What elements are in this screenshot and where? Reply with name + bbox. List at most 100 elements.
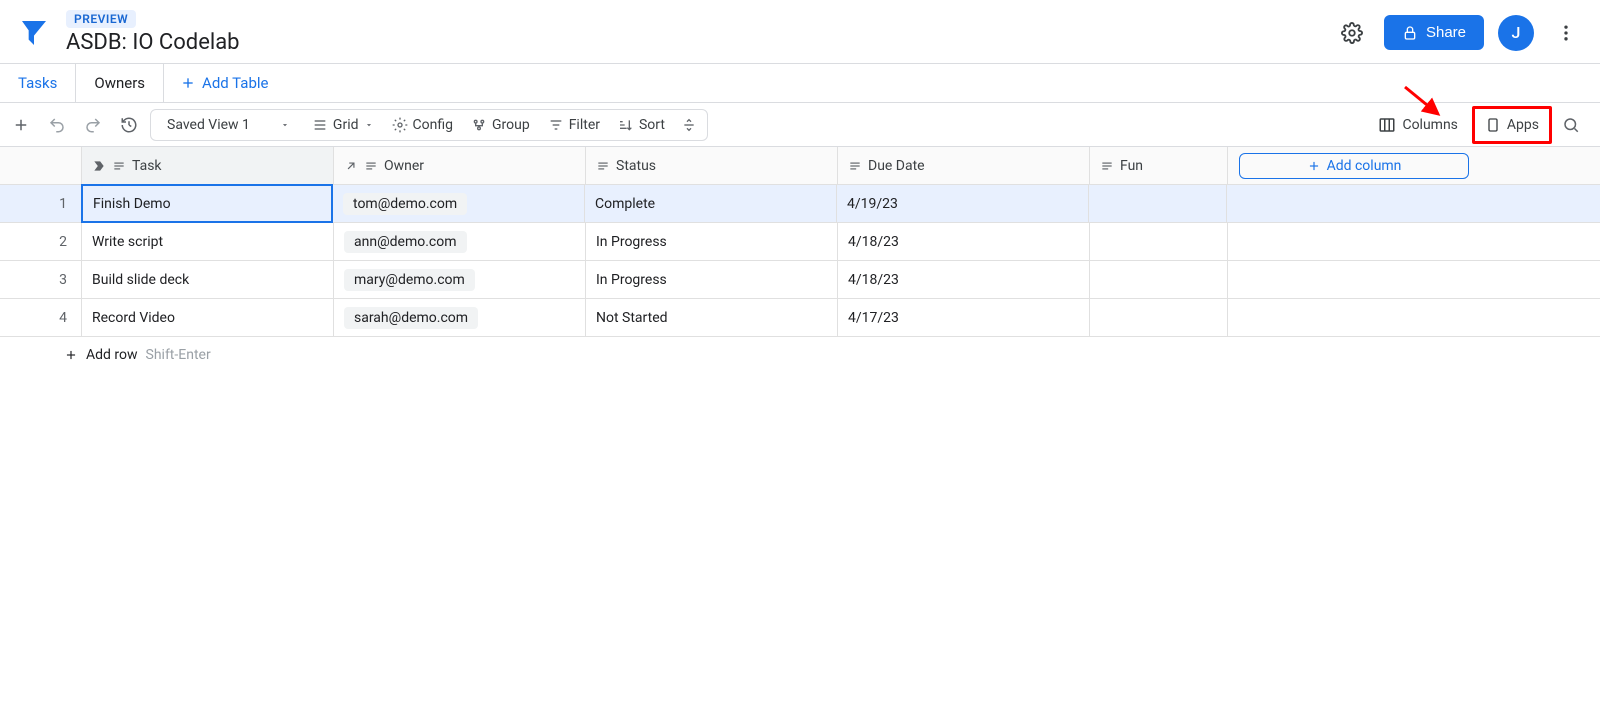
cell-empty (1228, 299, 1480, 336)
lock-icon (1402, 25, 1418, 41)
chevron-down-icon (280, 120, 290, 130)
sort-icon (618, 117, 634, 133)
add-button[interactable] (6, 110, 36, 140)
cell-due-date[interactable]: 4/17/23 (838, 299, 1090, 336)
text-icon (848, 159, 862, 173)
app-logo[interactable] (16, 15, 52, 51)
columns-icon (1378, 116, 1396, 134)
cell-status[interactable]: In Progress (586, 223, 838, 260)
cell-status[interactable]: In Progress (586, 261, 838, 298)
text-icon (596, 159, 610, 173)
cell-owner[interactable]: sarah@demo.com (334, 299, 586, 336)
add-column-cell: Add column (1228, 147, 1480, 184)
row-height-icon (681, 117, 697, 133)
share-label: Share (1426, 24, 1466, 41)
cell-empty (1228, 261, 1480, 298)
saved-view-dropdown[interactable]: Saved View 1 (155, 117, 302, 133)
filter-button[interactable]: Filter (540, 111, 608, 139)
key-icon (92, 159, 106, 173)
cell-due-date[interactable]: 4/18/23 (838, 223, 1090, 260)
avatar[interactable]: J (1498, 15, 1534, 51)
group-button[interactable]: Group (463, 111, 538, 139)
column-header-status[interactable]: Status (586, 147, 838, 184)
cell-fun[interactable] (1089, 185, 1227, 222)
cell-status[interactable]: Complete (585, 185, 837, 222)
column-header-task[interactable]: Task (82, 147, 334, 184)
redo-button[interactable] (78, 110, 108, 140)
column-label: Task (132, 158, 162, 174)
search-icon (1562, 116, 1580, 134)
cell-due-date[interactable]: 4/18/23 (838, 261, 1090, 298)
group-label: Group (492, 117, 530, 133)
cell-empty (1228, 223, 1480, 260)
grid-view-button[interactable]: Grid (304, 111, 382, 139)
group-icon (471, 117, 487, 133)
config-button[interactable]: Config (384, 111, 461, 139)
preview-badge: PREVIEW (66, 10, 136, 28)
plus-icon (64, 348, 78, 362)
column-header-owner[interactable]: Owner (334, 147, 586, 184)
plus-icon (1307, 159, 1321, 173)
chevron-down-icon (364, 120, 374, 130)
cell-fun[interactable] (1090, 261, 1228, 298)
gear-icon[interactable] (1334, 15, 1370, 51)
add-table-button[interactable]: Add Table (164, 64, 284, 102)
add-row-hint: Shift-Enter (146, 347, 211, 363)
config-label: Config (413, 117, 453, 133)
cell-task[interactable]: Build slide deck (82, 261, 334, 298)
gear-icon (392, 117, 408, 133)
data-grid: Task Owner Status Due Date Fun Add colum… (0, 147, 1600, 373)
apps-button[interactable]: Apps (1472, 106, 1552, 144)
owner-chip[interactable]: sarah@demo.com (344, 307, 478, 329)
page-title[interactable]: ASDB: IO Codelab (66, 30, 240, 55)
cell-fun[interactable] (1090, 299, 1228, 336)
cell-status[interactable]: Not Started (586, 299, 838, 336)
columns-label: Columns (1402, 117, 1457, 133)
tab-owners[interactable]: Owners (76, 64, 164, 102)
apps-label: Apps (1507, 117, 1539, 133)
cell-owner[interactable]: tom@demo.com (333, 185, 585, 222)
columns-button[interactable]: Columns (1368, 110, 1467, 140)
sort-button[interactable]: Sort (610, 111, 673, 139)
cell-owner[interactable]: ann@demo.com (334, 223, 586, 260)
table-row[interactable]: 4 Record Video sarah@demo.com Not Starte… (0, 299, 1600, 337)
share-button[interactable]: Share (1384, 15, 1484, 50)
search-button[interactable] (1556, 110, 1586, 140)
cell-owner[interactable]: mary@demo.com (334, 261, 586, 298)
row-number: 1 (0, 185, 82, 222)
cell-task[interactable]: Record Video (82, 299, 334, 336)
sort-label: Sort (639, 117, 665, 133)
cell-fun[interactable] (1090, 223, 1228, 260)
row-number: 3 (0, 261, 82, 298)
text-icon (112, 159, 126, 173)
cell-task[interactable]: Finish Demo (81, 184, 333, 223)
cell-task[interactable]: Write script (82, 223, 334, 260)
undo-button[interactable] (42, 110, 72, 140)
table-row[interactable]: 2 Write script ann@demo.com In Progress … (0, 223, 1600, 261)
owner-chip[interactable]: ann@demo.com (344, 231, 467, 253)
row-number-header (0, 147, 82, 184)
row-height-button[interactable] (675, 111, 703, 139)
owner-chip[interactable]: mary@demo.com (344, 269, 475, 291)
cell-empty (1227, 185, 1479, 222)
add-column-button[interactable]: Add column (1239, 153, 1469, 179)
tab-tasks[interactable]: Tasks (0, 64, 76, 102)
plus-icon (180, 75, 196, 91)
column-header-fun[interactable]: Fun (1090, 147, 1228, 184)
list-icon (312, 117, 328, 133)
cell-due-date[interactable]: 4/19/23 (837, 185, 1089, 222)
table-row[interactable]: 1 Finish Demo tom@demo.com Complete 4/19… (0, 185, 1600, 223)
column-label: Fun (1120, 158, 1143, 174)
table-row[interactable]: 3 Build slide deck mary@demo.com In Prog… (0, 261, 1600, 299)
column-label: Status (616, 158, 656, 174)
add-row-button[interactable]: Add row Shift-Enter (0, 337, 1600, 373)
column-header-due-date[interactable]: Due Date (838, 147, 1090, 184)
column-label: Owner (384, 158, 424, 174)
more-icon[interactable] (1548, 15, 1584, 51)
column-label: Due Date (868, 158, 925, 174)
tablet-icon (1485, 115, 1501, 135)
owner-chip[interactable]: tom@demo.com (343, 193, 467, 215)
history-button[interactable] (114, 110, 144, 140)
add-table-label: Add Table (202, 74, 268, 92)
row-number: 4 (0, 299, 82, 336)
